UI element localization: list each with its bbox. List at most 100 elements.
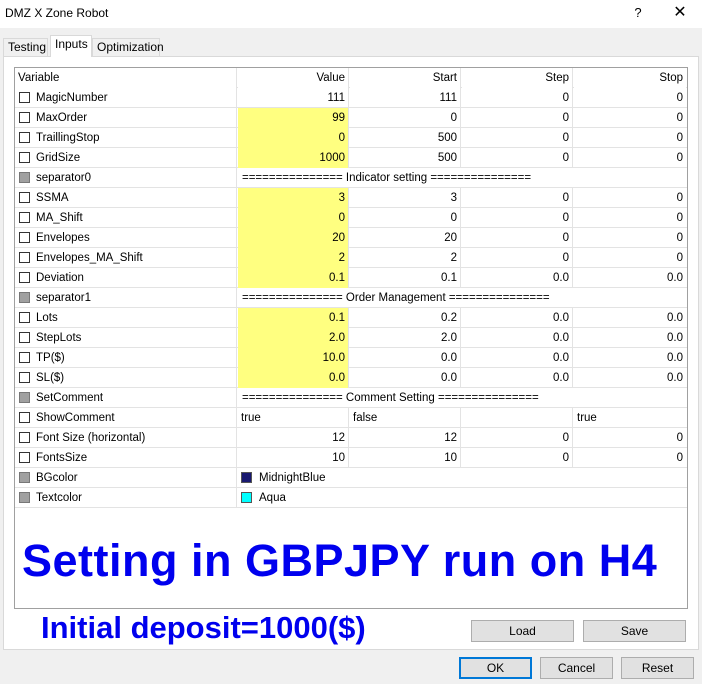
optimize-checkbox[interactable] xyxy=(19,212,30,223)
stop-cell[interactable]: 0 xyxy=(574,248,686,268)
optimize-checkbox[interactable] xyxy=(19,312,30,323)
value-cell[interactable]: 0 xyxy=(238,128,349,148)
tab-inputs[interactable]: Inputs xyxy=(50,35,92,57)
tab-optimization[interactable]: Optimization xyxy=(92,38,164,57)
start-cell[interactable]: 500 xyxy=(350,128,461,148)
step-cell[interactable]: 0.0 xyxy=(462,308,573,328)
stop-cell[interactable]: 0 xyxy=(574,188,686,208)
table-row[interactable]: ShowComment true false true xyxy=(15,408,687,428)
step-cell[interactable]: 0 xyxy=(462,248,573,268)
optimize-checkbox[interactable] xyxy=(19,252,30,263)
stop-cell[interactable]: 0.0 xyxy=(574,368,686,388)
table-row[interactable]: separator0 =============== Indicator sett… xyxy=(15,168,687,188)
stop-cell[interactable]: 0 xyxy=(574,108,686,128)
optimize-checkbox[interactable] xyxy=(19,272,30,283)
table-row[interactable]: TP($) 10.0 0.0 0.0 0.0 xyxy=(15,348,687,368)
stop-cell[interactable]: 0 xyxy=(574,148,686,168)
optimize-checkbox[interactable] xyxy=(19,432,30,443)
step-cell[interactable]: 0 xyxy=(462,128,573,148)
start-cell[interactable]: 0 xyxy=(350,108,461,128)
value-cell[interactable]: 2.0 xyxy=(238,328,349,348)
start-cell[interactable]: 3 xyxy=(350,188,461,208)
stop-cell[interactable]: 0.0 xyxy=(574,328,686,348)
value-cell[interactable]: 2 xyxy=(238,248,349,268)
step-cell[interactable]: 0 xyxy=(462,148,573,168)
table-row[interactable]: MA_Shift 0 0 0 0 xyxy=(15,208,687,228)
stop-cell[interactable]: 0 xyxy=(574,448,686,468)
step-cell[interactable]: 0 xyxy=(462,188,573,208)
value-cell[interactable]: 111 xyxy=(238,88,349,108)
table-row[interactable]: StepLots 2.0 2.0 0.0 0.0 xyxy=(15,328,687,348)
step-cell[interactable]: 0 xyxy=(462,88,573,108)
start-cell[interactable]: 111 xyxy=(350,88,461,108)
close-button[interactable]: ✕ xyxy=(670,3,690,23)
start-cell[interactable]: 500 xyxy=(350,148,461,168)
table-row[interactable]: Textcolor Aqua xyxy=(15,488,687,508)
column-header-step[interactable]: Step xyxy=(462,68,573,88)
table-row[interactable]: Envelopes_MA_Shift 2 2 0 0 xyxy=(15,248,687,268)
value-cell[interactable]: 0 xyxy=(238,208,349,228)
table-row[interactable]: TraillingStop 0 500 0 0 xyxy=(15,128,687,148)
step-cell[interactable]: 0 xyxy=(462,208,573,228)
column-header-start[interactable]: Start xyxy=(350,68,461,88)
value-cell[interactable]: 10.0 xyxy=(238,348,349,368)
optimize-checkbox[interactable] xyxy=(19,412,30,423)
table-row[interactable]: BGcolor MidnightBlue xyxy=(15,468,687,488)
step-cell[interactable]: 0 xyxy=(462,428,573,448)
value-cell[interactable]: 20 xyxy=(238,228,349,248)
step-cell[interactable] xyxy=(462,408,573,428)
stop-cell[interactable]: 0 xyxy=(574,88,686,108)
value-cell[interactable]: 12 xyxy=(238,428,349,448)
column-header-value[interactable]: Value xyxy=(238,68,349,88)
optimize-checkbox[interactable] xyxy=(19,452,30,463)
stop-cell[interactable]: true xyxy=(574,408,686,428)
step-cell[interactable]: 0.0 xyxy=(462,268,573,288)
optimize-checkbox[interactable] xyxy=(19,152,30,163)
optimize-checkbox[interactable] xyxy=(19,92,30,103)
value-cell[interactable]: 0.0 xyxy=(238,368,349,388)
table-row[interactable]: MagicNumber 111 111 0 0 xyxy=(15,88,687,108)
optimize-checkbox[interactable] xyxy=(19,132,30,143)
step-cell[interactable]: 0 xyxy=(462,108,573,128)
value-cell[interactable]: 10 xyxy=(238,448,349,468)
color-value-cell[interactable]: Aqua xyxy=(238,488,687,508)
start-cell[interactable]: 12 xyxy=(350,428,461,448)
value-cell[interactable]: 0.1 xyxy=(238,268,349,288)
start-cell[interactable]: 2.0 xyxy=(350,328,461,348)
optimize-checkbox[interactable] xyxy=(19,232,30,243)
optimize-checkbox[interactable] xyxy=(19,192,30,203)
table-row[interactable]: MaxOrder 99 0 0 0 xyxy=(15,108,687,128)
optimize-checkbox[interactable] xyxy=(19,372,30,383)
start-cell[interactable]: false xyxy=(350,408,461,428)
start-cell[interactable]: 0.2 xyxy=(350,308,461,328)
load-button[interactable]: Load xyxy=(471,620,574,642)
help-button[interactable]: ? xyxy=(628,3,648,23)
table-row[interactable]: separator1 =============== Order Manageme… xyxy=(15,288,687,308)
step-cell[interactable]: 0.0 xyxy=(462,328,573,348)
start-cell[interactable]: 0 xyxy=(350,208,461,228)
value-cell[interactable]: 0.1 xyxy=(238,308,349,328)
tab-testing[interactable]: Testing xyxy=(3,38,48,57)
start-cell[interactable]: 10 xyxy=(350,448,461,468)
stop-cell[interactable]: 0 xyxy=(574,228,686,248)
step-cell[interactable]: 0.0 xyxy=(462,348,573,368)
optimize-checkbox[interactable] xyxy=(19,332,30,343)
table-row[interactable]: FontsSize 10 10 0 0 xyxy=(15,448,687,468)
value-cell[interactable]: 3 xyxy=(238,188,349,208)
start-cell[interactable]: 0.0 xyxy=(350,348,461,368)
ok-button[interactable]: OK xyxy=(459,657,532,679)
value-cell[interactable]: 1000 xyxy=(238,148,349,168)
table-row[interactable]: Font Size (horizontal) 12 12 0 0 xyxy=(15,428,687,448)
column-header-stop[interactable]: Stop xyxy=(574,68,686,88)
table-row[interactable]: SetComment =============== Comment Settin… xyxy=(15,388,687,408)
start-cell[interactable]: 0.0 xyxy=(350,368,461,388)
stop-cell[interactable]: 0 xyxy=(574,128,686,148)
start-cell[interactable]: 20 xyxy=(350,228,461,248)
stop-cell[interactable]: 0 xyxy=(574,428,686,448)
stop-cell[interactable]: 0.0 xyxy=(574,348,686,368)
start-cell[interactable]: 0.1 xyxy=(350,268,461,288)
color-value-cell[interactable]: MidnightBlue xyxy=(238,468,687,488)
stop-cell[interactable]: 0.0 xyxy=(574,268,686,288)
step-cell[interactable]: 0 xyxy=(462,228,573,248)
table-row[interactable]: Deviation 0.1 0.1 0.0 0.0 xyxy=(15,268,687,288)
